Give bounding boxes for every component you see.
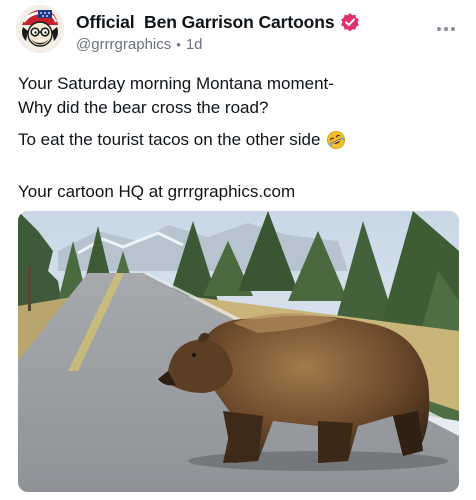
more-dot [451, 27, 455, 31]
post-meta: @grrrgraphics • 1d [76, 34, 203, 54]
meta-separator: • [176, 36, 181, 52]
more-dot [444, 27, 448, 31]
more-dot [437, 27, 441, 31]
author-display-name[interactable]: Official Ben Garrison Cartoons [76, 12, 335, 33]
rolling-on-floor-laughing-emoji-icon [326, 130, 346, 150]
photo-grizzly-bear-crossing-road [18, 211, 459, 492]
post-age[interactable]: 1d [186, 36, 203, 53]
post-text-line-3: To eat the tourist tacos on the other si… [18, 128, 458, 152]
post-text-line-4[interactable]: Your cartoon HQ at grrrgraphics.com [18, 180, 458, 204]
author-handle[interactable]: @grrrgraphics [76, 36, 171, 53]
post-card: Official Ben Garrison Cartoons @grrrgrap… [0, 0, 476, 500]
author-row: Official Ben Garrison Cartoons [76, 10, 360, 34]
author-avatar[interactable] [16, 5, 64, 53]
cartoon-avatar-icon [16, 5, 64, 53]
post-text-line-3-text: To eat the tourist tacos on the other si… [18, 130, 321, 149]
more-options-icon[interactable] [432, 18, 460, 40]
post-text-line-2: Why did the bear cross the road? [18, 98, 269, 117]
post-media-photo[interactable] [18, 211, 459, 492]
post-text-line-1: Your Saturday morning Montana moment- [18, 74, 334, 93]
verified-badge-icon [340, 12, 360, 32]
